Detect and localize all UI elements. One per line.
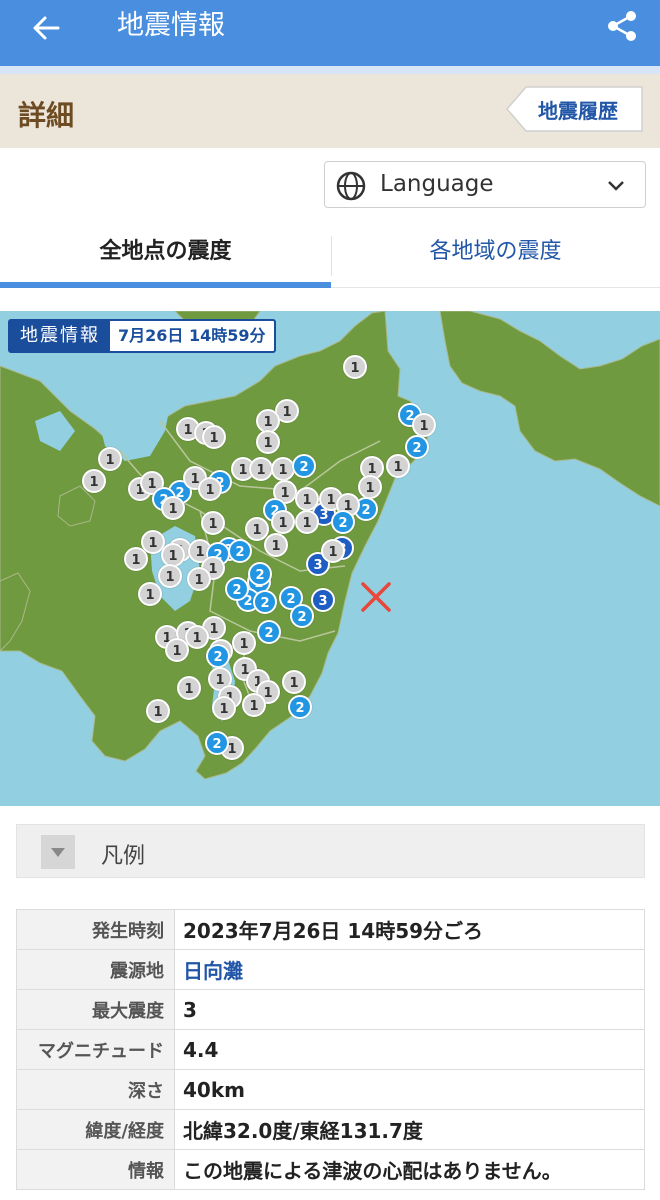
station-marker: 2 [228,539,252,563]
station-marker: 2 [331,510,355,534]
earthquake-history-button[interactable]: 地震履歴 [506,86,644,132]
info-value: この地震による津波の心配はありません。 [174,1149,645,1190]
station-marker: 1 [158,564,182,588]
table-row: 深さ 40km [16,1069,645,1110]
station-marker: 1 [185,625,209,649]
table-row: 最大震度 3 [16,989,645,1030]
chevron-down-icon [608,181,624,191]
legend-label: 凡例 [101,844,146,869]
info-key: 最大震度 [16,989,175,1030]
station-marker: 2 [253,590,277,614]
station-marker: 1 [295,487,319,511]
arrow-left-icon[interactable] [28,10,64,46]
station-marker: 1 [187,567,211,591]
station-marker: 1 [165,638,189,662]
station-marker: 2 [288,695,312,719]
info-key: 緯度/経度 [16,1109,175,1150]
station-marker: 1 [146,699,170,723]
station-marker: 1 [386,454,410,478]
intensity-map[interactable]: 地震情報 7月26日 14時59分 1111111211111211122111… [0,311,660,806]
station-marker: 2 [206,644,230,668]
station-marker: 1 [282,670,306,694]
share-icon[interactable] [604,8,640,44]
info-value: 北緯32.0度/東経131.7度 [174,1109,645,1150]
epicenter-link[interactable]: 日向灘 [174,949,645,990]
tab-regions[interactable]: 各地域の震度 [331,226,660,284]
app-bar-strip [0,66,660,74]
legend-toggle[interactable]: 凡例 [16,824,645,878]
station-marker: 1 [358,475,382,499]
station-marker: 1 [232,631,256,655]
station-marker: 1 [202,425,226,449]
app-title: 地震情報 [117,10,225,41]
station-marker: 1 [264,533,288,557]
info-key: 震源地 [16,949,175,990]
station-marker: 1 [161,496,185,520]
station-marker: 2 [205,731,229,755]
station-marker: 1 [321,539,345,563]
language-select[interactable]: Language [324,161,646,208]
station-marker: 1 [343,355,367,379]
table-row: 緯度/経度 北緯32.0度/東経131.7度 [16,1109,645,1150]
map-badge: 地震情報 7月26日 14時59分 [8,319,276,353]
station-marker: 1 [98,447,122,471]
station-marker: 1 [82,469,106,493]
map-badge-time: 7月26日 14時59分 [118,326,266,345]
tab-active-indicator [0,282,331,288]
info-value: 2023年7月26日 14時59分ごろ [174,909,645,950]
info-value: 4.4 [174,1029,645,1070]
info-key: マグニチュード [16,1029,175,1070]
station-marker: 1 [198,477,222,501]
info-value: 3 [174,989,645,1030]
app-bar: 地震情報 [0,0,660,66]
station-marker: 1 [256,430,280,454]
table-row: マグニチュード 4.4 [16,1029,645,1070]
table-row: 震源地 日向灘 [16,949,645,990]
station-marker: 1 [249,457,273,481]
station-marker: 2 [405,435,429,459]
table-row: 発生時刻 2023年7月26日 14時59分ごろ [16,909,645,950]
globe-icon [336,171,366,201]
map-badge-label: 地震情報 [10,321,110,351]
station-marker: 2 [290,604,314,628]
station-marker: 1 [138,582,162,606]
tab-all-stations[interactable]: 全地点の震度 [0,226,331,284]
station-marker: 2 [225,577,249,601]
table-row: 情報 この地震による津波の心配はありません。 [16,1149,645,1190]
earthquake-info-table: 発生時刻 2023年7月26日 14時59分ごろ 震源地 日向灘 最大震度 3 … [16,909,645,1190]
station-marker: 2 [257,620,281,644]
station-marker: 1 [295,510,319,534]
info-value: 40km [174,1069,645,1110]
info-key: 発生時刻 [16,909,175,950]
station-marker: 1 [201,511,225,535]
station-marker: 1 [212,696,236,720]
station-marker: 3 [311,588,335,612]
language-label: Language [380,171,494,197]
info-key: 情報 [16,1149,175,1190]
triangle-down-icon [41,835,75,869]
earthquake-history-label: 地震履歴 [538,99,618,123]
info-key: 深さ [16,1069,175,1110]
station-marker: 1 [242,693,266,717]
station-marker: 2 [248,562,272,586]
cross-icon [361,582,391,612]
station-marker: 1 [177,676,201,700]
station-marker: 1 [271,510,295,534]
detail-label: 詳細 [18,99,75,132]
station-marker: 2 [292,454,316,478]
station-marker: 1 [412,413,436,437]
